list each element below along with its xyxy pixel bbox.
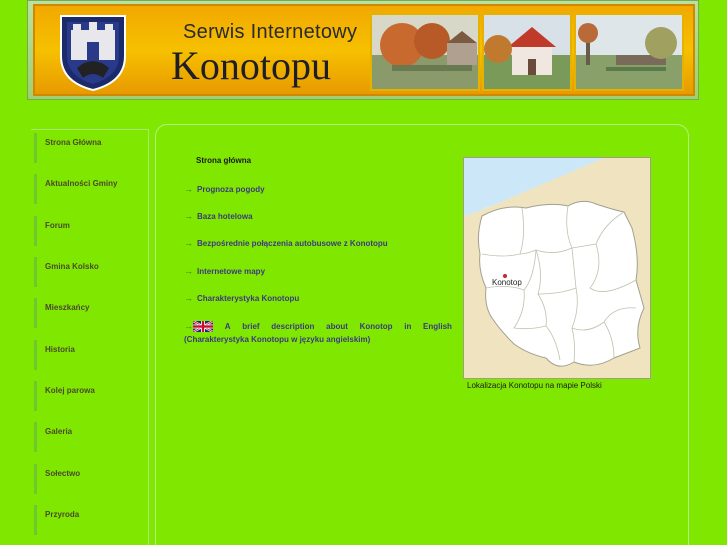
arrow-right-icon: →	[184, 293, 193, 303]
link-label: Prognoza pogody	[197, 185, 265, 194]
english-word: in	[404, 322, 412, 331]
sidebar-item-gmina-kolsko[interactable]: Gmina Kolsko	[34, 257, 144, 287]
banner-title: Konotopu	[171, 43, 331, 88]
link-prognoza-pogody[interactable]: → Prognoza pogody	[184, 184, 265, 194]
link-label: Baza hotelowa	[197, 212, 253, 221]
sidebar-item-label: Sołectwo	[45, 469, 81, 478]
sidebar-item-strona-glowna[interactable]: Strona Główna	[34, 133, 144, 163]
poland-map-graphic	[464, 158, 650, 378]
sidebar-item-galeria[interactable]: Galeria	[34, 422, 144, 452]
sidebar-item-kolej-parowa[interactable]: Kolej parowa	[34, 381, 144, 411]
english-word: description	[271, 322, 315, 331]
sidebar-item-solectwo[interactable]: Sołectwo	[34, 464, 144, 494]
english-line-2: (Charakterystyka Konotopu w języku angie…	[184, 335, 371, 344]
banner-frame: Serwis Internetowy Konotopu	[33, 4, 695, 96]
link-label: Bezpośrednie połączenia autobusowe z Kon…	[197, 239, 388, 248]
arrow-right-icon: →	[184, 211, 193, 221]
sidebar-item-label: Forum	[45, 221, 70, 230]
sidebar-item-przyroda[interactable]: Przyroda	[34, 505, 144, 535]
sidebar-item-mieszkancy[interactable]: Mieszkańcy	[34, 298, 144, 328]
sidebar-item-aktualnosci[interactable]: Aktualności Gminy	[34, 174, 144, 204]
flag-group: →	[184, 320, 213, 333]
sidebar-nav: Strona Główna Aktualności Gminy Forum Gm…	[31, 129, 149, 545]
sidebar-item-historia[interactable]: Historia	[34, 340, 144, 370]
english-word: brief	[242, 322, 260, 331]
coat-of-arms-icon	[60, 15, 126, 92]
map-caption: Lokalizacja Konotopu na mapie Polski	[467, 381, 602, 390]
link-label: Charakterystyka Konotopu	[197, 294, 300, 303]
link-charakterystyka[interactable]: → Charakterystyka Konotopu	[184, 293, 299, 303]
page-title: Strona główna	[196, 156, 252, 165]
sidebar-item-forum[interactable]: Forum	[34, 216, 144, 246]
arrow-right-icon: →	[184, 266, 193, 276]
sidebar-item-label: Aktualności Gminy	[45, 179, 118, 188]
map-marker-label: Konotop	[492, 278, 522, 287]
link-polaczenia-autobusowe[interactable]: → Bezpośrednie połączenia autobusowe z Ko…	[184, 238, 388, 248]
sidebar-item-label: Galeria	[45, 427, 73, 436]
link-english-description[interactable]: → A brief description about Konotop in E…	[184, 320, 452, 346]
banner-photo-landscape	[574, 13, 684, 91]
banner-subtitle: Serwis Internetowy	[183, 21, 358, 43]
poland-map[interactable]: Konotop	[463, 157, 651, 379]
sidebar-item-label: Mieszkańcy	[45, 303, 90, 312]
sidebar-item-label: Przyroda	[45, 510, 80, 519]
arrow-right-icon: →	[184, 238, 193, 248]
sidebar-item-label: Kolej parowa	[45, 386, 95, 395]
arrow-right-icon: →	[184, 321, 193, 331]
link-baza-hotelowa[interactable]: → Baza hotelowa	[184, 211, 253, 221]
english-word: Konotop	[359, 322, 393, 331]
banner-photo-autumn-trees	[370, 13, 480, 91]
sidebar-item-label: Gmina Kolsko	[45, 262, 99, 271]
english-word: A	[224, 322, 231, 331]
banner-photo-church	[482, 13, 572, 91]
english-word: about	[326, 322, 348, 331]
english-word: English	[423, 322, 452, 331]
sidebar-item-label: Historia	[45, 345, 75, 354]
link-internetowe-mapy[interactable]: → Internetowe mapy	[184, 266, 265, 276]
site-banner: Serwis Internetowy Konotopu	[27, 0, 699, 100]
sidebar-item-label: Strona Główna	[45, 138, 102, 147]
link-label: Internetowe mapy	[197, 267, 266, 276]
arrow-right-icon: →	[184, 184, 193, 194]
uk-flag-icon	[193, 321, 213, 333]
